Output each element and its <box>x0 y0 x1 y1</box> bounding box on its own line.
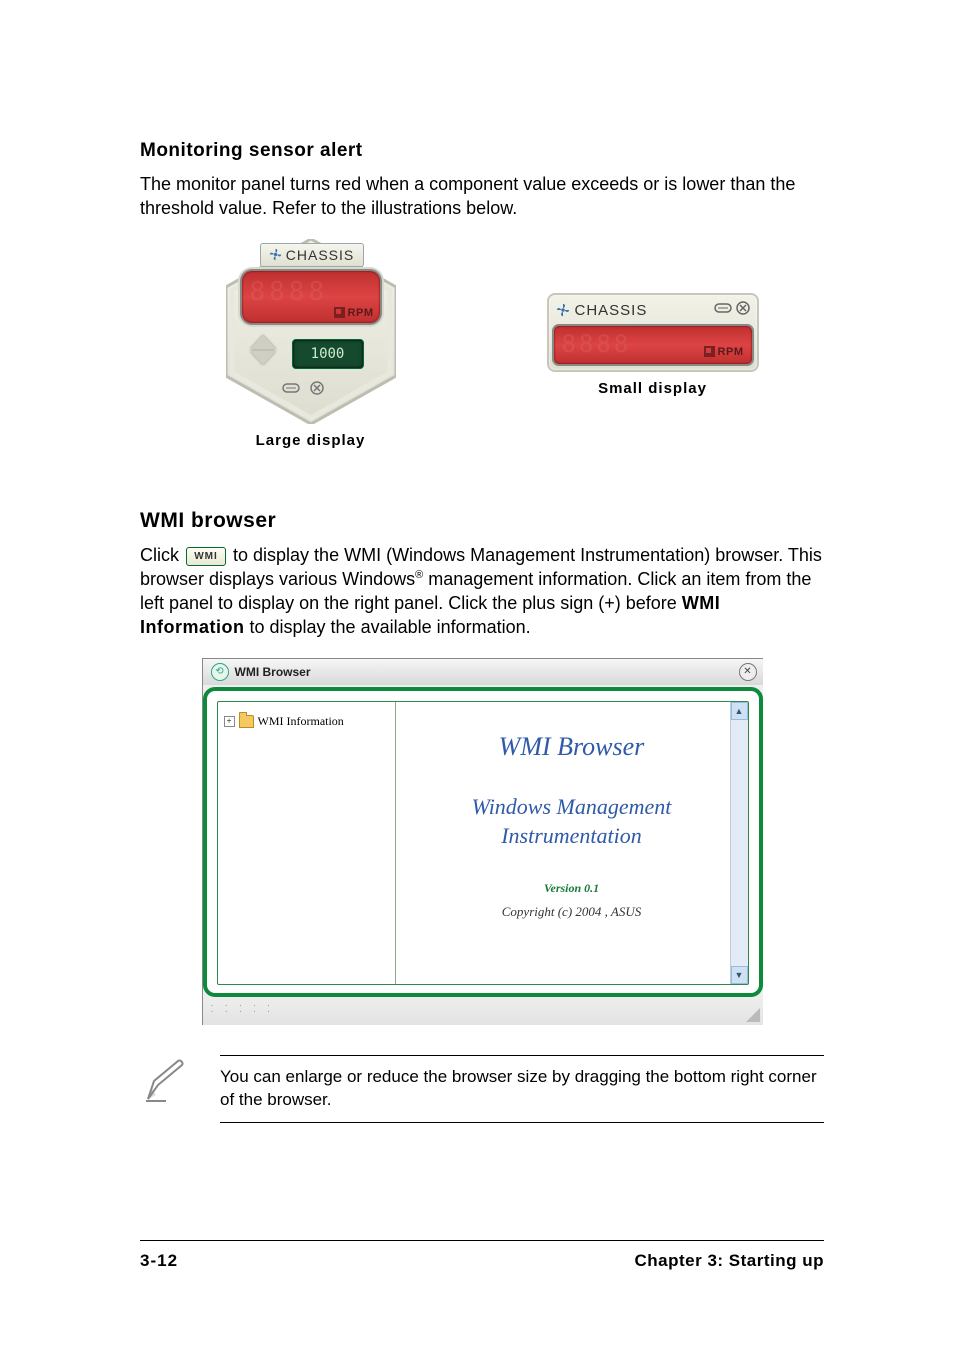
text-fragment: Click <box>140 545 184 565</box>
tree-expand-icon[interactable]: + <box>224 716 235 727</box>
large-gauge-title-bar: CHASSIS <box>260 243 364 267</box>
scroll-down-icon[interactable]: ▼ <box>731 966 748 984</box>
settings-icon[interactable] <box>714 301 732 320</box>
scroll-up-icon[interactable]: ▲ <box>731 702 748 720</box>
note-text: You can enlarge or reduce the browser si… <box>220 1055 824 1123</box>
wmi-content-panel: WMI Browser Windows Management Instrumen… <box>396 702 748 984</box>
small-gauge-title: CHASSIS <box>575 302 648 319</box>
large-gauge-red-display: 8888 RPM <box>242 271 380 323</box>
threshold-down-button[interactable] <box>250 351 276 365</box>
close-icon[interactable] <box>736 301 750 320</box>
wmi-content-title: WMI Browser <box>499 732 645 762</box>
fan-icon <box>269 248 282 261</box>
threshold-up-button[interactable] <box>250 335 276 349</box>
large-display-caption: Large display <box>206 432 416 449</box>
heading-wmi-browser: WMI browser <box>140 509 824 533</box>
note-block: You can enlarge or reduce the browser si… <box>140 1055 824 1123</box>
chapter-label: Chapter 3: Starting up <box>634 1251 824 1271</box>
paragraph-monitoring: The monitor panel turns red when a compo… <box>140 172 824 221</box>
wmi-browser-window: ⟲ WMI Browser ✕ + WMI Information WMI Br… <box>202 658 763 1025</box>
app-icon: ⟲ <box>211 663 229 681</box>
wmi-content-subtitle: Windows Management Instrumentation <box>406 792 738 851</box>
text-fragment: to display the available information. <box>245 617 531 637</box>
page-number: 3-12 <box>140 1251 178 1271</box>
seven-seg-placeholder: 8888 <box>562 330 632 358</box>
gauge-figure-row: CHASSIS 8888 RPM <box>140 239 824 449</box>
close-icon[interactable] <box>308 381 326 395</box>
resize-grip[interactable]: · · · · ·· · · · · <box>203 997 763 1025</box>
page-footer: 3-12 Chapter 3: Starting up <box>140 1240 824 1271</box>
large-display-figure: CHASSIS 8888 RPM <box>206 239 416 449</box>
close-icon[interactable]: ✕ <box>739 663 757 681</box>
wmi-copyright: Copyright (c) 2004 , ASUS <box>502 904 642 920</box>
large-gauge-title: CHASSIS <box>286 247 354 263</box>
small-gauge-red-display: 8888 RPM <box>554 326 752 364</box>
wmi-version: Version 0.1 <box>544 881 599 896</box>
settings-icon[interactable] <box>282 381 300 395</box>
scrollbar[interactable]: ▲ ▼ <box>730 702 748 984</box>
large-gauge-rpm-label: RPM <box>348 307 374 319</box>
wmi-window-title: WMI Browser <box>235 665 311 679</box>
rpm-box-icon <box>334 307 345 318</box>
heading-monitoring: Monitoring sensor alert <box>140 140 824 162</box>
tree-root-label: WMI Information <box>258 714 344 729</box>
wmi-tree-panel: + WMI Information <box>218 702 396 984</box>
tree-root-node[interactable]: + WMI Information <box>224 714 389 729</box>
wmi-toolbar-button[interactable]: WMI <box>186 547 226 566</box>
paragraph-wmi: Click WMI to display the WMI (Windows Ma… <box>140 543 824 640</box>
small-display-figure: CHASSIS 8888 RPM <box>547 293 759 397</box>
registered-symbol: ® <box>415 569 423 581</box>
note-pencil-icon <box>140 1055 190 1110</box>
fan-icon <box>556 303 570 317</box>
threshold-value: 1000 <box>292 339 364 369</box>
wmi-titlebar: ⟲ WMI Browser ✕ <box>203 659 763 685</box>
small-gauge-rpm-label: RPM <box>718 346 744 358</box>
folder-icon <box>239 715 254 728</box>
rpm-box-icon <box>704 346 715 357</box>
small-display-caption: Small display <box>598 380 707 397</box>
seven-seg-placeholder: 8888 <box>250 277 329 307</box>
